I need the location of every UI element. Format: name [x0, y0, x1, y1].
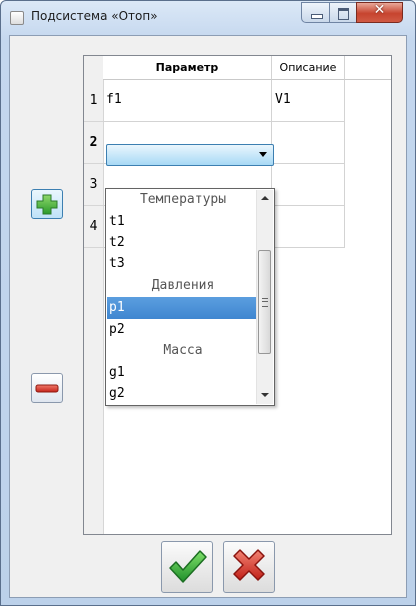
dialog-window: Подсистема «Отоп» ✕ Параметр Описание 1 …: [0, 0, 416, 606]
x-icon: [233, 549, 265, 581]
cell-desc[interactable]: [272, 164, 345, 206]
scroll-up-icon[interactable]: [257, 190, 273, 207]
dropdown-group-header: Масса: [163, 343, 203, 358]
scrollbar-thumb[interactable]: [258, 250, 271, 354]
remove-row-button[interactable]: [31, 373, 63, 403]
plus-icon: [36, 194, 58, 215]
parameters-grid[interactable]: Параметр Описание 1 f1 V1 2 3 4 Температ…: [83, 55, 392, 535]
window-title: Подсистема «Отоп»: [31, 9, 158, 23]
dropdown-item-selected[interactable]: p1: [107, 297, 257, 319]
parameter-dropdown-list[interactable]: Температуры t1 t2 t3 Давления p1 p2 Масс…: [105, 188, 275, 406]
grip-icon: [262, 298, 268, 307]
dropdown-group-header: Температуры: [139, 192, 227, 207]
dropdown-scrollbar[interactable]: [256, 190, 273, 404]
cancel-button[interactable]: [223, 541, 275, 593]
title-bar[interactable]: Подсистема «Отоп» ✕: [1, 1, 415, 37]
cell-param[interactable]: f1: [103, 80, 272, 122]
minimize-icon: [311, 14, 323, 19]
checkmark-icon: [169, 550, 207, 583]
parameter-combobox[interactable]: [106, 144, 274, 166]
add-row-button[interactable]: [31, 189, 63, 219]
row-number[interactable]: 4: [84, 206, 103, 248]
column-header-param[interactable]: Параметр: [103, 56, 272, 80]
row-number[interactable]: 3: [84, 164, 103, 206]
close-button[interactable]: ✕: [356, 2, 403, 23]
maximize-icon: [338, 8, 349, 20]
dropdown-item[interactable]: g2: [107, 383, 257, 405]
dropdown-item[interactable]: t3: [107, 253, 257, 275]
chevron-down-icon: [259, 152, 267, 157]
dropdown-group-header: Давления: [151, 278, 215, 293]
row-number[interactable]: 2: [84, 122, 103, 164]
app-icon: [10, 11, 24, 25]
dropdown-item[interactable]: t2: [107, 232, 257, 254]
client-area: Параметр Описание 1 f1 V1 2 3 4 Температ…: [9, 35, 407, 598]
cell-desc[interactable]: V1: [272, 80, 345, 122]
column-header-desc[interactable]: Описание: [272, 56, 345, 80]
maximize-button[interactable]: [329, 2, 357, 23]
close-icon: ✕: [373, 2, 386, 18]
scroll-down-icon[interactable]: [257, 387, 273, 404]
row-number[interactable]: 1: [84, 80, 103, 122]
minimize-button[interactable]: [301, 2, 330, 23]
cell-desc[interactable]: [272, 122, 345, 164]
dropdown-item[interactable]: g1: [107, 362, 257, 384]
column-header-empty: [345, 56, 391, 80]
dropdown-item[interactable]: p2: [107, 319, 257, 341]
ok-button[interactable]: [161, 541, 213, 593]
dropdown-item[interactable]: t1: [107, 211, 257, 233]
minus-icon: [35, 384, 59, 393]
cell-desc[interactable]: [272, 206, 345, 248]
